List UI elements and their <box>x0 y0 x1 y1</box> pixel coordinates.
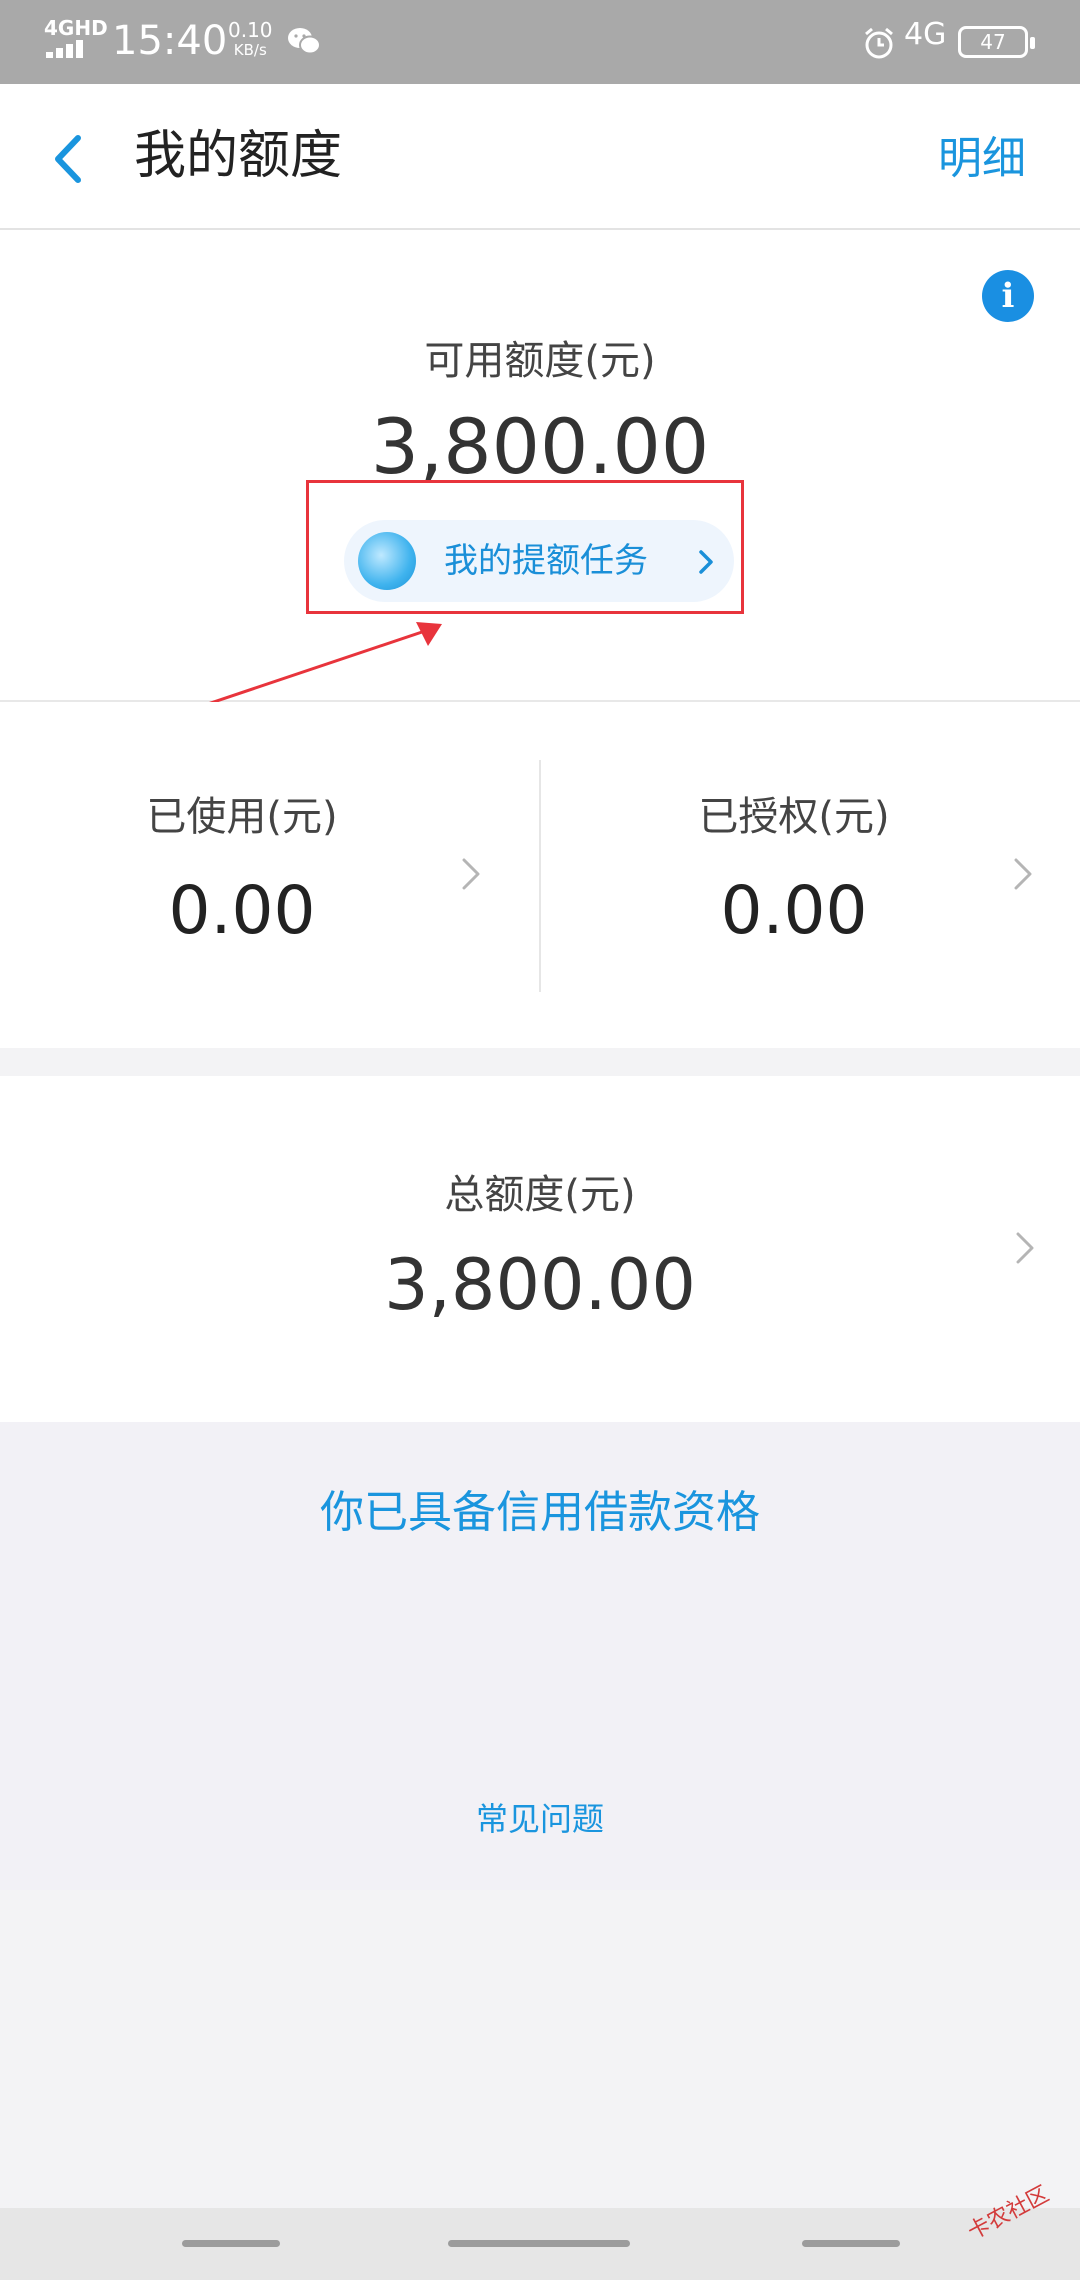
chevron-right-icon <box>699 550 713 574</box>
nav-home-handle[interactable] <box>448 2240 630 2247</box>
network-speed: 0.10 KB/s <box>228 20 273 60</box>
available-credit-amount: 3,800.00 <box>370 402 710 491</box>
signal-bars-icon <box>46 40 92 58</box>
credit-increase-task-label: 我的提额任务 <box>444 541 648 581</box>
chevron-right-icon <box>462 858 480 890</box>
chevron-right-icon <box>1014 858 1032 890</box>
clock: 15:40 <box>112 18 228 64</box>
info-icon[interactable]: i <box>982 270 1034 322</box>
used-authorized-section: 已使用(元) 0.00 已授权(元) 0.00 <box>0 702 1080 1048</box>
eligibility-message: 你已具备信用借款资格 <box>320 1487 760 1538</box>
network-type-label: 4GHD <box>44 16 108 40</box>
column-divider <box>539 760 541 992</box>
system-navigation-bar <box>0 2208 1080 2280</box>
eligibility-panel: 你已具备信用借款资格 常见问题 <box>0 1422 1080 1890</box>
used-credit-label: 已使用(元) <box>146 794 338 840</box>
network-speed-value: 0.10 <box>228 18 273 42</box>
faq-link[interactable]: 常见问题 <box>0 1794 1080 1840</box>
total-credit-amount: 3,800.00 <box>384 1244 696 1326</box>
network-indicator: 4GHD <box>44 18 108 58</box>
nav-back-handle[interactable] <box>802 2240 900 2247</box>
authorized-credit-cell[interactable]: 已授权(元) 0.00 <box>552 702 1080 1048</box>
authorized-credit-label: 已授权(元) <box>698 794 890 840</box>
back-arrow-icon[interactable] <box>40 124 100 194</box>
chevron-right-icon <box>1016 1232 1034 1264</box>
alarm-icon <box>865 27 893 59</box>
used-credit-amount: 0.00 <box>168 872 316 949</box>
authorized-credit-amount: 0.00 <box>720 872 868 949</box>
status-bar: 4GHD 15:40 0.10 KB/s 4G 47 <box>0 0 1080 84</box>
credit-increase-task-button[interactable]: 我的提额任务 <box>344 520 734 602</box>
mobile-data-label: 4G <box>904 17 947 52</box>
app-header: 我的额度 明细 <box>0 84 1080 230</box>
page-title: 我的额度 <box>134 126 343 186</box>
available-credit-section: i 可用额度(元) 3,800.00 我的提额任务 <box>0 230 1080 702</box>
nav-menu-handle[interactable] <box>182 2240 280 2247</box>
total-credit-label: 总额度(元) <box>444 1172 636 1218</box>
network-speed-unit: KB/s <box>233 41 267 59</box>
available-credit-label: 可用额度(元) <box>424 338 656 384</box>
wechat-icon <box>288 28 321 55</box>
used-credit-cell[interactable]: 已使用(元) 0.00 <box>0 702 540 1048</box>
task-globe-icon <box>358 532 416 590</box>
detail-link[interactable]: 明细 <box>938 124 1026 194</box>
total-credit-section[interactable]: 总额度(元) 3,800.00 <box>0 1076 1080 1422</box>
battery-icon: 47 <box>958 26 1035 58</box>
